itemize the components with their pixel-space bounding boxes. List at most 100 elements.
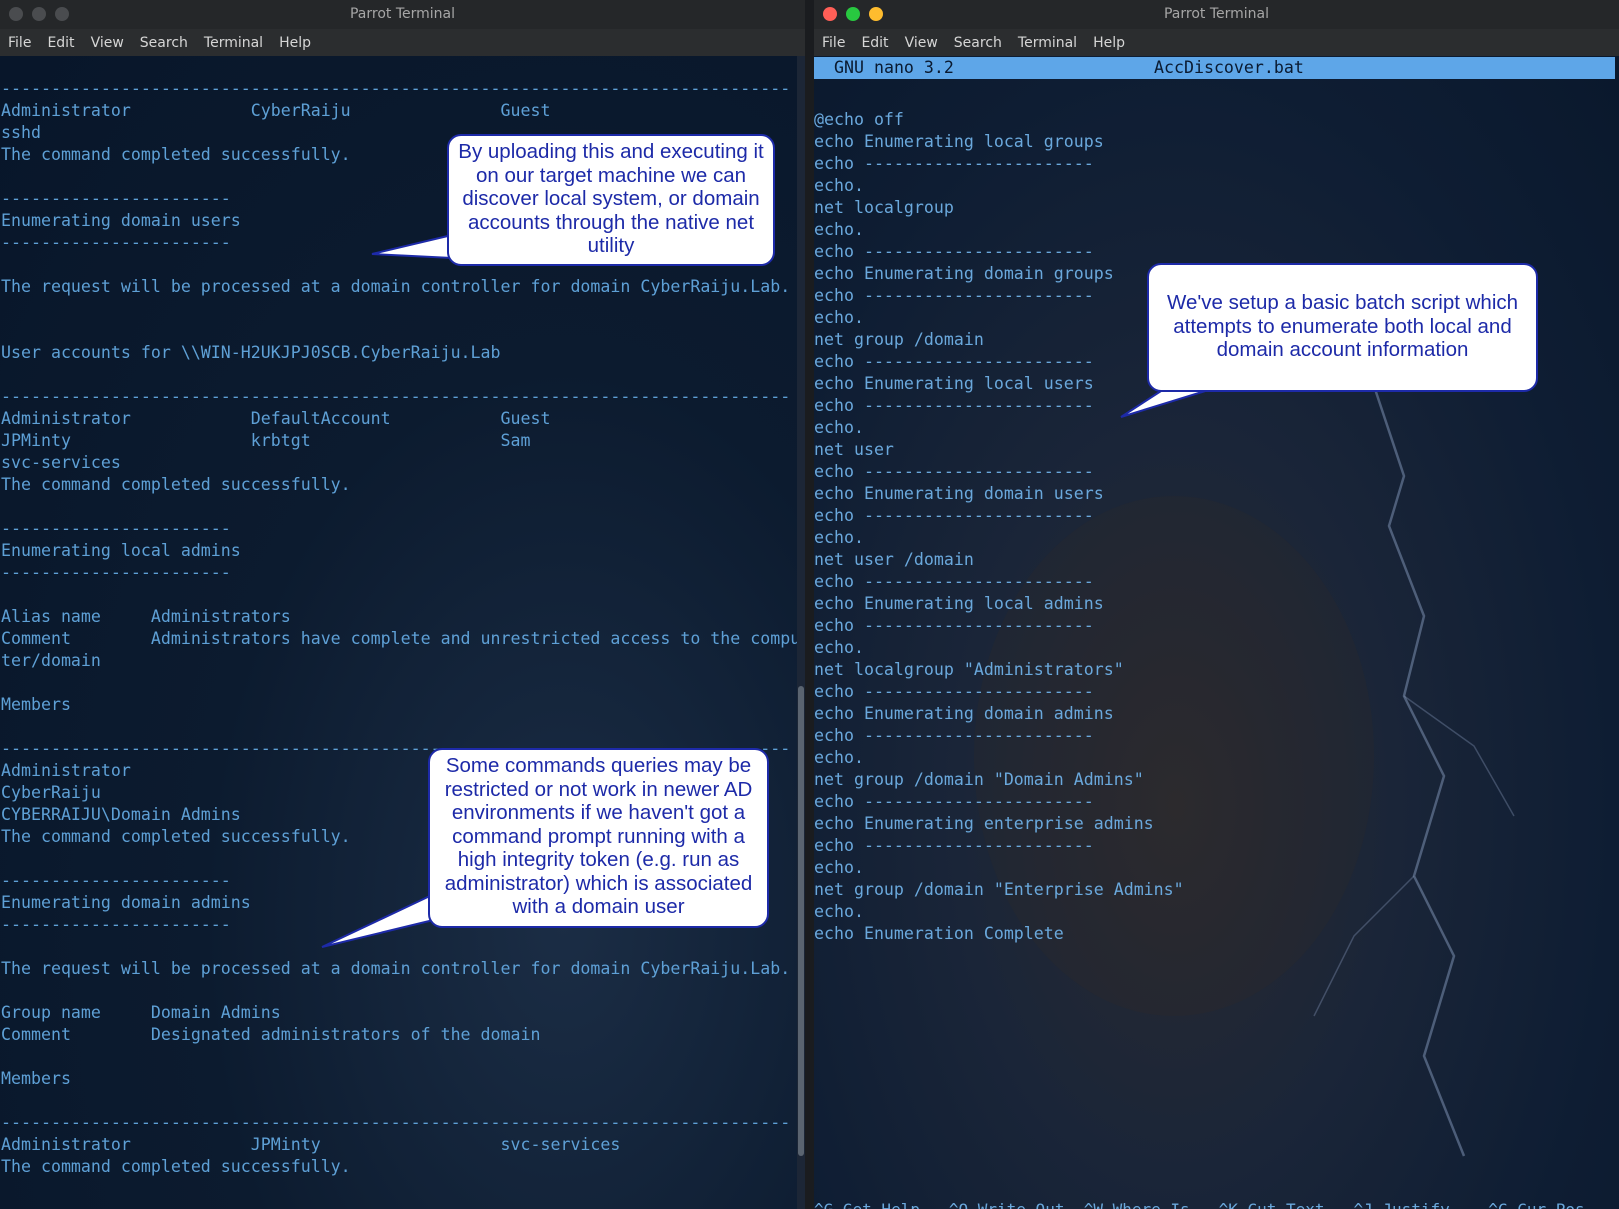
right-line: net user /domain [814,550,974,569]
right-line: echo Enumerating domain admins [814,704,1114,723]
left-line: Enumerating domain admins [1,893,251,912]
left-line: ----------------------- [1,233,231,252]
left-line: ter/domain [1,651,101,670]
left-line: svc-services [1,453,121,472]
menu-terminal[interactable]: Terminal [1018,35,1077,51]
right-line: echo Enumerating domain groups [814,264,1114,283]
left-menubar: File Edit View Search Terminal Help [0,29,805,56]
right-window-title: Parrot Terminal [1163,6,1270,22]
left-line: The command completed successfully. [1,827,351,846]
right-line: echo ----------------------- [814,154,1094,173]
left-line: ----------------------- [1,871,231,890]
menu-help[interactable]: Help [1093,35,1125,51]
close-button[interactable] [9,7,23,21]
left-line: Administrator DefaultAccount Guest [1,409,551,428]
right-line: echo ----------------------- [814,572,1094,591]
menu-file[interactable]: File [822,35,845,51]
left-line: ----------------------- [1,915,231,934]
right-line: net group /domain [814,330,984,349]
right-line: echo. [814,528,864,547]
nano-header-bar: GNU nano 3.2 AccDiscover.bat [814,57,1615,79]
close-button[interactable] [823,7,837,21]
left-line: CyberRaiju [1,783,101,802]
nano-editor[interactable]: GNU nano 3.2 AccDiscover.bat @echo off e… [814,56,1619,1209]
right-line: echo. [814,176,864,195]
right-menubar: File Edit View Search Terminal Help [814,29,1619,56]
maximize-button[interactable] [846,7,860,21]
menu-edit[interactable]: Edit [861,35,888,51]
left-line: ----------------------- [1,563,231,582]
menu-file[interactable]: File [8,35,31,51]
left-line: Administrator [1,761,131,780]
right-line: echo ----------------------- [814,396,1094,415]
right-line: echo ----------------------- [814,286,1094,305]
nano-filename: AccDiscover.bat [1154,58,1304,77]
left-line: ----------------------------------------… [1,387,791,406]
right-line: echo Enumerating local groups [814,132,1104,151]
left-window-title: Parrot Terminal [349,6,456,22]
nano-version: GNU nano 3.2 [834,58,954,77]
left-line: ----------------------------------------… [1,79,791,98]
right-line: echo ----------------------- [814,792,1094,811]
menu-help[interactable]: Help [279,35,311,51]
maximize-button[interactable] [55,7,69,21]
left-scrollbar[interactable] [797,56,805,1209]
left-line: ----------------------- [1,189,231,208]
left-line: The command completed successfully. [1,475,351,494]
right-line: echo ----------------------- [814,506,1094,525]
right-line: echo ----------------------- [814,242,1094,261]
right-line: echo. [814,858,864,877]
minimize-button[interactable] [869,7,883,21]
right-line: net localgroup "Administrators" [814,660,1124,679]
right-line: echo. [814,220,864,239]
left-line: Enumerating domain users [1,211,241,230]
left-line: Administrator JPMinty svc-services [1,1135,621,1154]
right-line: net localgroup [814,198,954,217]
left-line: Comment Designated administrators of the… [1,1025,541,1044]
nano-shortcuts-bar[interactable]: ^G Get Help ^O Write Out ^W Where Is ^K … [814,1200,1585,1209]
left-line: The request will be processed at a domai… [1,277,791,296]
right-line: echo. [814,638,864,657]
menu-terminal[interactable]: Terminal [204,35,263,51]
left-line: Administrator CyberRaiju Guest [1,101,551,120]
right-line: echo. [814,308,864,327]
right-line: echo Enumerating enterprise admins [814,814,1154,833]
menu-search[interactable]: Search [140,35,188,51]
menu-view[interactable]: View [91,35,124,51]
callout-restricted: Some commands queries may be restricted … [428,748,769,928]
left-line: CYBERRAIJU\Domain Admins [1,805,241,824]
callout-batch-script: We've setup a basic batch script which a… [1147,263,1538,392]
left-line: Comment Administrators have complete and… [1,629,801,648]
right-terminal-window: Parrot Terminal File Edit View Search Te… [814,0,1619,1209]
right-line: echo. [814,418,864,437]
left-scroll-thumb[interactable] [798,686,804,1156]
batch-script-text[interactable]: @echo off echo Enumerating local groups … [814,109,1184,945]
left-line: The request will be processed at a domai… [1,959,791,978]
callout-upload: By uploading this and executing it on ou… [447,134,775,266]
right-line: echo ----------------------- [814,462,1094,481]
right-line: net group /domain "Enterprise Admins" [814,880,1184,899]
right-line: echo Enumerating local admins [814,594,1104,613]
right-line: echo Enumeration Complete [814,924,1064,943]
menu-search[interactable]: Search [954,35,1002,51]
right-line: echo ----------------------- [814,682,1094,701]
left-line: Members [1,1069,71,1088]
right-line: echo ----------------------- [814,726,1094,745]
left-line: Group name Domain Admins [1,1003,281,1022]
left-line: Alias name Administrators [1,607,291,626]
left-line: The command completed successfully. [1,145,351,164]
left-line: ----------------------------------------… [1,1113,791,1132]
right-line: net group /domain "Domain Admins" [814,770,1144,789]
right-line: echo. [814,748,864,767]
right-line: echo. [814,902,864,921]
right-line: net user [814,440,894,459]
right-line: echo Enumerating local users [814,374,1094,393]
menu-edit[interactable]: Edit [47,35,74,51]
minimize-button[interactable] [32,7,46,21]
right-line: echo ----------------------- [814,836,1094,855]
menu-view[interactable]: View [905,35,938,51]
left-titlebar: Parrot Terminal [0,0,805,29]
right-line: echo ----------------------- [814,616,1094,635]
right-titlebar: Parrot Terminal [814,0,1619,29]
left-line: Enumerating local admins [1,541,241,560]
